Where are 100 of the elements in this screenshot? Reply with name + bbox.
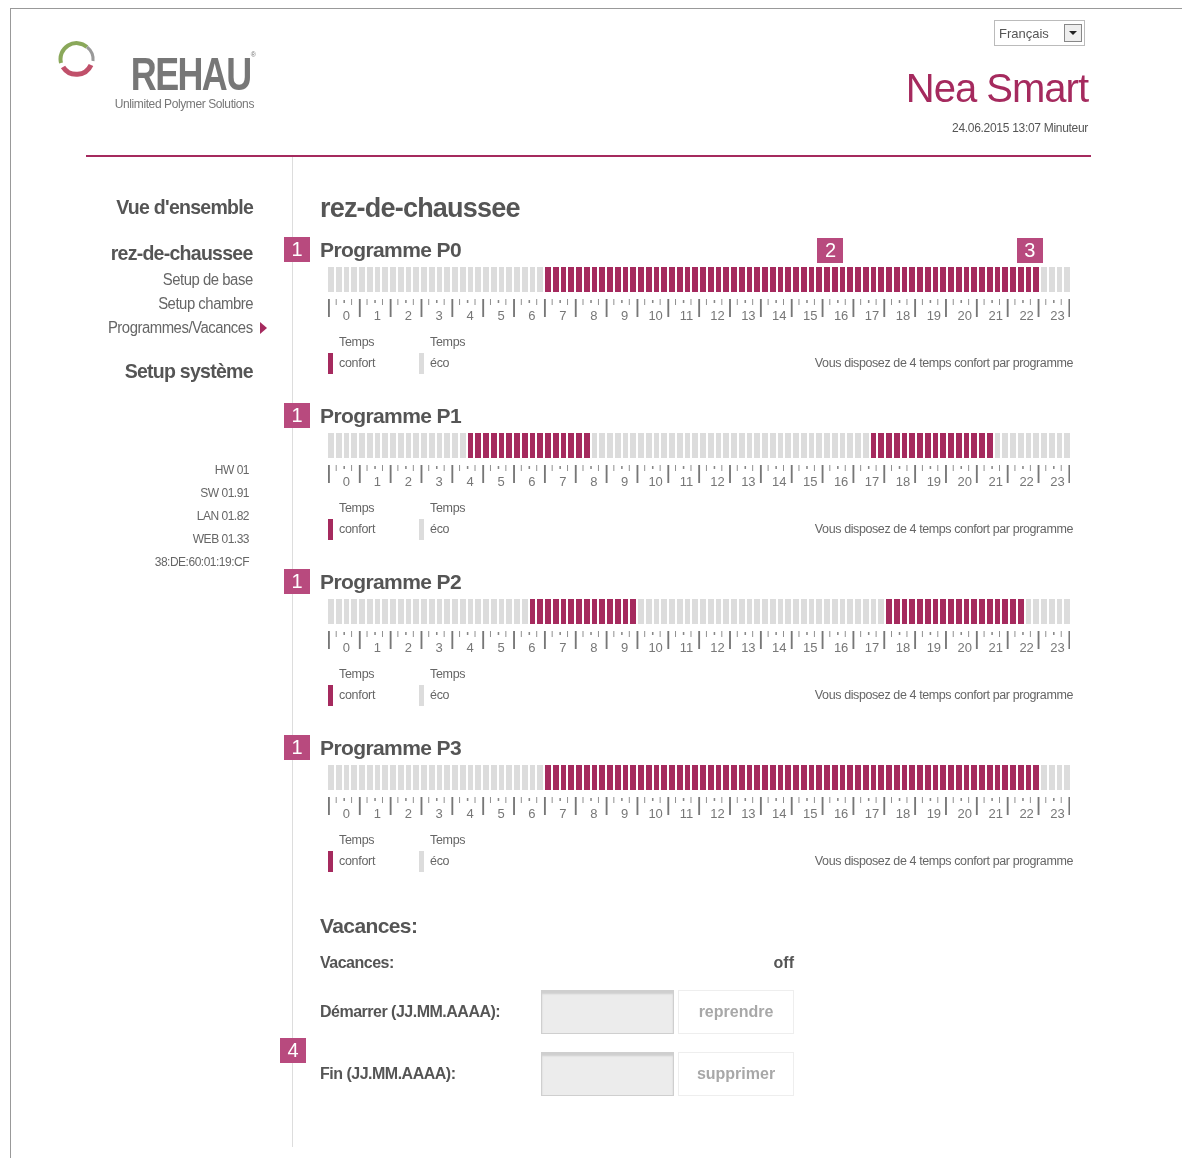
time-slot[interactable] xyxy=(893,599,900,624)
time-slot[interactable] xyxy=(901,433,908,458)
time-slot[interactable] xyxy=(614,765,621,790)
time-slot[interactable] xyxy=(862,267,869,292)
time-slot[interactable] xyxy=(932,599,939,624)
time-slot[interactable] xyxy=(994,765,1001,790)
time-slot[interactable] xyxy=(552,267,559,292)
time-slot[interactable] xyxy=(986,599,993,624)
time-slot[interactable] xyxy=(932,765,939,790)
time-slot[interactable] xyxy=(986,765,993,790)
sidebar-link[interactable]: Setup chambre xyxy=(158,295,253,313)
time-slot[interactable] xyxy=(591,267,598,292)
time-slot[interactable] xyxy=(738,267,745,292)
time-slot[interactable] xyxy=(800,267,807,292)
time-slot[interactable] xyxy=(591,599,598,624)
time-slot[interactable] xyxy=(839,765,846,790)
time-slot[interactable] xyxy=(955,599,962,624)
time-slot[interactable] xyxy=(560,599,567,624)
time-slot[interactable] xyxy=(560,765,567,790)
time-slot[interactable] xyxy=(831,765,838,790)
time-slot[interactable] xyxy=(955,433,962,458)
time-slot[interactable] xyxy=(552,599,559,624)
time-slot[interactable] xyxy=(963,765,970,790)
time-slot[interactable] xyxy=(591,765,598,790)
time-slot[interactable] xyxy=(583,267,590,292)
time-slot[interactable] xyxy=(715,267,722,292)
time-slot[interactable] xyxy=(583,765,590,790)
time-slot[interactable] xyxy=(870,765,877,790)
time-slot[interactable] xyxy=(645,765,652,790)
time-slot[interactable] xyxy=(986,267,993,292)
time-slot[interactable] xyxy=(738,765,745,790)
sidebar-link[interactable]: rez-de-chaussee xyxy=(111,241,253,265)
time-slot[interactable] xyxy=(870,267,877,292)
time-slot[interactable] xyxy=(490,433,497,458)
time-slot[interactable] xyxy=(901,599,908,624)
time-slot[interactable] xyxy=(901,765,908,790)
time-slot[interactable] xyxy=(684,765,691,790)
time-slot[interactable] xyxy=(963,433,970,458)
time-slot[interactable] xyxy=(963,267,970,292)
time-slot[interactable] xyxy=(1017,267,1024,292)
time-slot[interactable] xyxy=(924,765,931,790)
time-slot[interactable] xyxy=(862,765,869,790)
time-slot[interactable] xyxy=(769,267,776,292)
time-slot[interactable] xyxy=(715,765,722,790)
time-slot[interactable] xyxy=(893,765,900,790)
time-slot[interactable] xyxy=(901,267,908,292)
time-slot[interactable] xyxy=(808,765,815,790)
time-slot[interactable] xyxy=(769,765,776,790)
time-slot[interactable] xyxy=(1017,599,1024,624)
time-slot[interactable] xyxy=(870,433,877,458)
time-slot[interactable] xyxy=(808,267,815,292)
time-slot[interactable] xyxy=(583,599,590,624)
time-slot[interactable] xyxy=(467,433,474,458)
time-slot[interactable] xyxy=(746,765,753,790)
time-slot[interactable] xyxy=(676,765,683,790)
time-slot[interactable] xyxy=(560,267,567,292)
time-slot[interactable] xyxy=(684,267,691,292)
sidebar-link[interactable]: Programmes/Vacances xyxy=(108,319,253,337)
time-slot[interactable] xyxy=(777,267,784,292)
time-slot[interactable] xyxy=(839,267,846,292)
time-slot[interactable] xyxy=(932,433,939,458)
time-slot[interactable] xyxy=(521,433,528,458)
time-slot[interactable] xyxy=(924,433,931,458)
time-slot[interactable] xyxy=(994,267,1001,292)
time-slot[interactable] xyxy=(955,765,962,790)
time-slot[interactable] xyxy=(552,765,559,790)
date-input-field[interactable] xyxy=(541,990,674,1034)
time-slot[interactable] xyxy=(653,267,660,292)
time-slot[interactable] xyxy=(1025,765,1032,790)
time-slot[interactable] xyxy=(622,765,629,790)
language-select[interactable]: Français xyxy=(994,20,1085,46)
time-slot[interactable] xyxy=(529,433,536,458)
time-slot[interactable] xyxy=(1017,765,1024,790)
time-slot[interactable] xyxy=(614,267,621,292)
time-slot[interactable] xyxy=(622,599,629,624)
time-slot[interactable] xyxy=(994,599,1001,624)
time-slot[interactable] xyxy=(932,267,939,292)
time-slot[interactable] xyxy=(552,433,559,458)
time-slot[interactable] xyxy=(583,433,590,458)
time-slot[interactable] xyxy=(777,765,784,790)
time-slot[interactable] xyxy=(986,433,993,458)
time-slot[interactable] xyxy=(963,599,970,624)
time-slot[interactable] xyxy=(707,267,714,292)
time-slot[interactable] xyxy=(924,267,931,292)
time-slot[interactable] xyxy=(707,765,714,790)
time-slot[interactable] xyxy=(498,433,505,458)
time-slot[interactable] xyxy=(831,267,838,292)
time-slot[interactable] xyxy=(645,267,652,292)
sidebar-link[interactable]: Vue d'ensemble xyxy=(116,195,253,219)
time-slot[interactable] xyxy=(746,267,753,292)
time-slot[interactable] xyxy=(614,599,621,624)
time-slot[interactable] xyxy=(893,433,900,458)
time-slot[interactable] xyxy=(653,765,660,790)
time-slot[interactable] xyxy=(800,765,807,790)
time-slot[interactable] xyxy=(529,599,536,624)
time-slot[interactable] xyxy=(893,267,900,292)
sidebar-link[interactable]: Setup de base xyxy=(163,271,253,289)
date-input-field[interactable] xyxy=(541,1052,674,1096)
time-slot[interactable] xyxy=(924,599,931,624)
time-slot[interactable] xyxy=(955,267,962,292)
